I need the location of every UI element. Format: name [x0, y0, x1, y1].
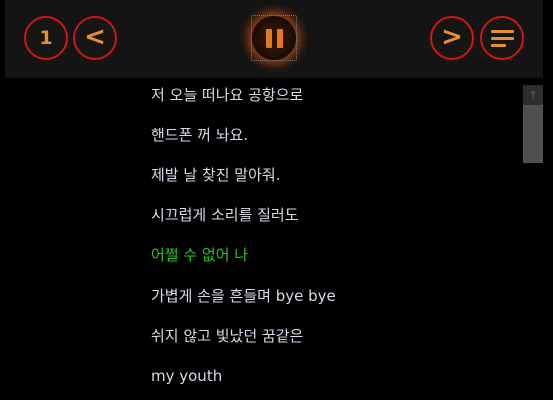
lyric-line-active: 어쩔 수 없어 나: [151, 246, 249, 264]
focus-outline: [251, 15, 297, 61]
scrollbar-thumb[interactable]: [523, 105, 543, 163]
next-button[interactable]: >: [430, 16, 474, 60]
lyric-line: 저 오늘 떠나요 공항으로: [151, 86, 304, 104]
track-one-button[interactable]: 1: [24, 16, 68, 60]
scroll-up-icon[interactable]: ↑: [523, 85, 543, 105]
lyric-line: my youth: [151, 367, 223, 385]
chevron-right-icon: >: [441, 21, 463, 52]
chevron-left-icon: <: [84, 21, 106, 52]
previous-button[interactable]: <: [73, 16, 117, 60]
pause-button[interactable]: [251, 15, 297, 61]
menu-button[interactable]: [480, 16, 524, 60]
lyric-line: 제발 날 찾진 말아줘.: [151, 166, 281, 184]
number-one-icon: 1: [39, 26, 53, 49]
lyric-line: 쉬지 않고 빛났던 꿈같은: [151, 327, 304, 345]
lyric-line: 핸드폰 꺼 놔요.: [151, 126, 249, 144]
lyric-line: 가볍게 손을 흔들며 bye bye: [151, 287, 336, 305]
player-toolbar: 1 < >: [5, 0, 543, 78]
menu-icon: [490, 29, 514, 47]
vertical-scrollbar[interactable]: ↑: [523, 85, 543, 400]
lyric-line: 시끄럽게 소리를 질러도: [151, 206, 299, 224]
